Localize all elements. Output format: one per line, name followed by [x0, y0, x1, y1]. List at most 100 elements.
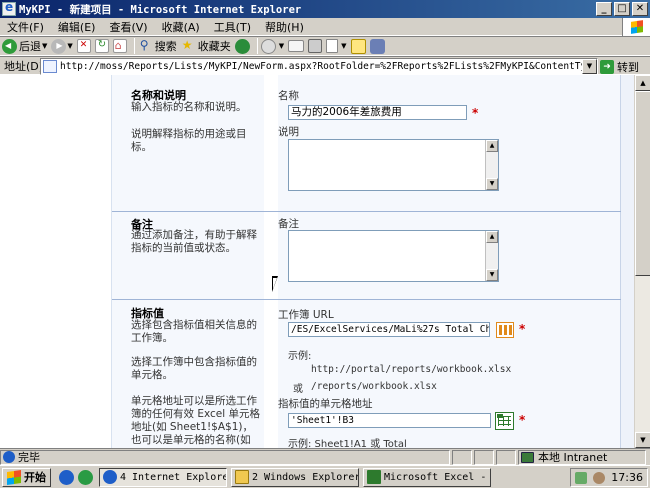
stop-icon[interactable] [76, 39, 91, 53]
chevron-down-icon[interactable]: ▼ [42, 42, 47, 50]
clock: 17:36 [611, 471, 643, 484]
notes-label: 备注 [278, 218, 299, 230]
chevron-down-icon[interactable]: ▼ [279, 42, 284, 50]
chevron-down-icon[interactable]: ▼ [341, 42, 346, 50]
forward-button[interactable]: ▼ [51, 38, 73, 54]
section-separator [112, 211, 621, 212]
home-icon[interactable] [112, 39, 127, 53]
task-internet-explorer[interactable]: 4 Internet Explorer ▼ [99, 467, 227, 487]
scroll-down-icon[interactable]: ▼ [635, 432, 650, 448]
status-text: 完毕 [18, 451, 40, 464]
start-button[interactable]: 开始 [2, 467, 51, 487]
menu-file[interactable]: 文件(F) [0, 19, 51, 35]
excel-icon [367, 470, 381, 484]
chevron-down-icon[interactable]: ▼ [67, 42, 72, 50]
go-label: 转到 [617, 61, 639, 74]
required-marker: * [472, 106, 479, 120]
page-done-icon [3, 451, 15, 463]
task-windows-explorer[interactable]: 2 Windows Explorer ▼ [231, 467, 359, 487]
chevron-down-icon[interactable]: ▼ [582, 59, 597, 74]
notes-textarea[interactable]: ▲ ▼ [288, 230, 499, 282]
folder-icon [235, 470, 249, 484]
ie-icon[interactable] [59, 469, 74, 485]
toolbar-divider [133, 38, 135, 54]
task-excel[interactable]: Microsoft Excel - M... [363, 467, 491, 487]
forward-arrow-icon [51, 38, 67, 54]
ie-icon [2, 0, 16, 16]
address-input[interactable]: http://moss/Reports/Lists/MyKPI/NewForm.… [40, 58, 598, 75]
new-item-form: 名称和说明 输入指标的名称和说明。 说明解释指标的用途或目标。 名称 马力的20… [111, 75, 621, 448]
search-label: 搜索 [154, 40, 177, 53]
go-button[interactable]: ➜ 转到 [600, 59, 639, 75]
edit-icon[interactable] [326, 39, 339, 53]
select-cell-icon[interactable] [495, 412, 514, 430]
name-input[interactable]: 马力的2006年差旅费用 [288, 105, 467, 120]
scroll-thumb[interactable] [635, 91, 650, 276]
status-cell-empty [474, 449, 494, 465]
maximize-button[interactable]: □ [614, 2, 630, 16]
section-divider [264, 300, 278, 448]
menu-help[interactable]: 帮助(H) [258, 19, 311, 35]
section-separator [112, 299, 621, 300]
refresh-icon[interactable] [94, 39, 109, 53]
example-url-1: http://portal/reports/workbook.xlsx [311, 364, 512, 375]
scroll-up-icon[interactable]: ▲ [486, 140, 498, 152]
browse-workbook-icon[interactable] [496, 322, 514, 338]
scroll-up-icon[interactable]: ▲ [635, 75, 650, 91]
page-scrollbar[interactable]: ▲ ▼ [634, 75, 650, 448]
menu-favorites[interactable]: 收藏(A) [155, 19, 207, 35]
address-label: 地址(D) [4, 59, 44, 73]
cell-example: 示例: Sheet1!A1 或 Total [288, 439, 407, 448]
cell-address-input[interactable]: 'Sheet1'!B3 [288, 413, 491, 428]
mail-icon[interactable] [288, 40, 305, 52]
description-label: 说明 [278, 126, 299, 138]
favorites-button[interactable]: 收藏夹 [181, 38, 231, 54]
menu-bar: 文件(F) 编辑(E) 查看(V) 收藏(A) 工具(T) 帮助(H) [0, 18, 650, 36]
close-button[interactable]: ✕ [632, 2, 648, 16]
messenger-icon[interactable] [369, 38, 385, 54]
back-arrow-icon [2, 38, 17, 54]
discuss-icon[interactable] [350, 38, 366, 54]
menu-edit[interactable]: 编辑(E) [51, 19, 103, 35]
windows-logo-icon [7, 469, 21, 485]
workbook-url-input[interactable]: /ES/ExcelServices/MaLi%27s Total Charge … [288, 322, 490, 337]
network-icon[interactable] [575, 471, 588, 484]
search-icon [138, 38, 153, 54]
scroll-down-icon[interactable]: ▼ [486, 269, 498, 281]
status-cell-empty [496, 449, 516, 465]
cell-address-label: 指标值的单元格地址 [278, 398, 373, 410]
window-title: MyKPI - 新建项目 - Microsoft Internet Explor… [19, 3, 302, 16]
print-icon[interactable] [308, 39, 323, 53]
notes-scrollbar[interactable]: ▲ ▼ [485, 231, 498, 281]
indicator-section-desc: 选择包含指标值相关信息的工作簿。 [131, 319, 257, 344]
toolbar-divider [256, 38, 258, 54]
volume-icon[interactable] [593, 471, 606, 484]
browser-icon[interactable] [78, 469, 93, 485]
name-section-desc-2: 说明解释指标的用途或目标。 [131, 128, 247, 153]
start-label: 开始 [24, 471, 46, 484]
minimize-button[interactable]: _ [596, 2, 612, 16]
scroll-down-icon[interactable]: ▼ [486, 178, 498, 190]
left-margin [0, 75, 111, 448]
back-button[interactable]: 后退 ▼ [2, 38, 47, 54]
history-icon[interactable] [260, 38, 276, 54]
quick-launch [59, 469, 93, 485]
status-cell-empty [452, 449, 472, 465]
address-url[interactable]: http://moss/Reports/Lists/MyKPI/NewForm.… [60, 61, 597, 72]
menu-tools[interactable]: 工具(T) [207, 19, 258, 35]
section-divider [264, 75, 278, 211]
back-label: 后退 [19, 40, 41, 53]
zone-cell: 本地 Intranet [518, 449, 646, 465]
media-icon[interactable] [234, 38, 250, 54]
example-label: 示例: [288, 351, 312, 362]
notes-section: 备注 通过添加备注，有助于解释指标的当前值或状态。 备注 ▲ ▼ [112, 211, 621, 299]
description-textarea[interactable]: ▲ ▼ [288, 139, 499, 191]
description-scrollbar[interactable]: ▲ ▼ [485, 140, 498, 190]
scroll-up-icon[interactable]: ▲ [486, 231, 498, 243]
menu-view[interactable]: 查看(V) [102, 19, 154, 35]
search-button[interactable]: 搜索 [138, 38, 177, 54]
task-label: 4 Internet Explorer [120, 471, 227, 483]
title-bar: MyKPI - 新建项目 - Microsoft Internet Explor… [0, 0, 650, 18]
name-section: 名称和说明 输入指标的名称和说明。 说明解释指标的用途或目标。 名称 马力的20… [112, 75, 621, 211]
required-marker: * [519, 322, 526, 336]
